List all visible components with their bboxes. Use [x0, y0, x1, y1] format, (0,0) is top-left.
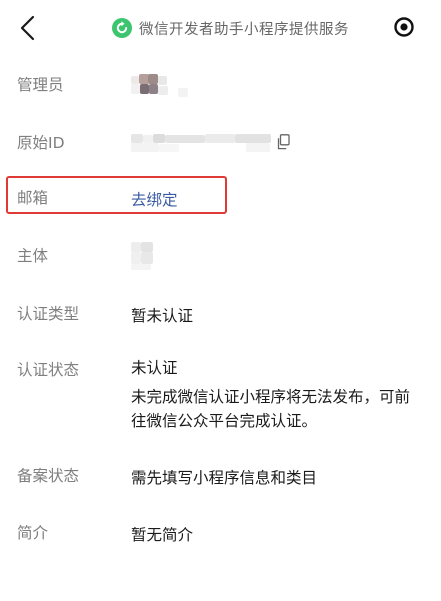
- label-intro: 简介: [17, 524, 49, 542]
- row-admin: 管理员: [0, 70, 441, 110]
- row-original-id: 原始ID: [0, 128, 441, 168]
- chevron-left-icon: [20, 15, 35, 41]
- cert-type-value: 暂未认证: [131, 307, 194, 325]
- row-email: 邮箱 去绑定: [0, 184, 441, 212]
- row-intro: 简介 暂无简介: [0, 519, 441, 549]
- record-status-value: 需先填写小程序信息和类目: [131, 469, 318, 487]
- label-record-status: 备案状态: [17, 467, 80, 485]
- row-subject: 主体: [0, 242, 441, 282]
- copy-icon[interactable]: [276, 134, 290, 150]
- row-cert-status: 认证状态 未认证 未完成微信认证小程序将无法发布，可前往微信公众平台完成认证。: [0, 356, 441, 436]
- back-button[interactable]: [14, 12, 42, 44]
- label-original-id: 原始ID: [17, 134, 65, 152]
- bind-email-link[interactable]: 去绑定: [131, 188, 178, 210]
- row-cert-type: 认证类型 暂未认证: [0, 300, 441, 330]
- cert-status-text: 未认证: [131, 359, 178, 377]
- cert-status-note: 未完成微信认证小程序将无法发布，可前往微信公众平台完成认证。: [131, 388, 411, 430]
- cert-status-value: 未认证 未完成微信认证小程序将无法发布，可前往微信公众平台完成认证。: [131, 356, 423, 433]
- row-record-status: 备案状态 需先填写小程序信息和类目: [0, 462, 441, 492]
- label-cert-type: 认证类型: [17, 305, 80, 323]
- top-bar: 微信开发者助手小程序提供服务: [0, 0, 441, 56]
- label-cert-status: 认证状态: [17, 361, 80, 379]
- intro-value: 暂无简介: [131, 526, 194, 544]
- label-email: 邮箱: [17, 189, 49, 207]
- label-admin: 管理员: [17, 76, 64, 94]
- target-icon: [394, 17, 414, 37]
- label-subject: 主体: [17, 247, 49, 265]
- refresh-circle-icon: [112, 18, 132, 38]
- provider-notice: 微信开发者助手小程序提供服务: [112, 15, 349, 41]
- provider-text: 微信开发者助手小程序提供服务: [139, 21, 349, 38]
- menu-button[interactable]: [392, 15, 416, 39]
